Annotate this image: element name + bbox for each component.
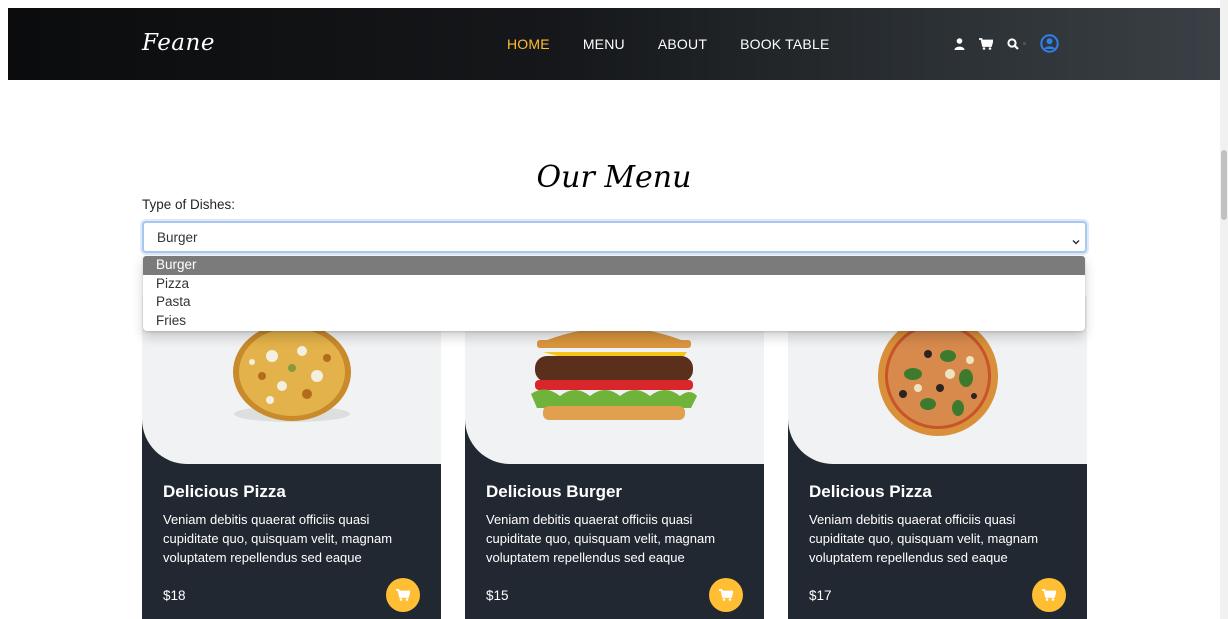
select-value: Burger [157, 230, 198, 245]
section-title: Our Menu [536, 160, 692, 195]
header-actions [954, 34, 1073, 53]
card-description: Veniam debitis quaerat officiis quasi cu… [809, 512, 1039, 565]
card-detail: Delicious Burger Veniam debitis quaerat … [465, 418, 764, 619]
cart-icon [1042, 589, 1056, 601]
menu-card: Delicious Pizza Veniam debitis quaerat o… [788, 296, 1087, 619]
dish-type-dropdown: Burger Pizza Pasta Fries [143, 256, 1085, 331]
option-burger[interactable]: Burger [143, 256, 1085, 275]
cart-icon [396, 589, 410, 601]
account-circle-icon[interactable] [1040, 34, 1059, 53]
nav-home[interactable]: HOME [507, 36, 550, 52]
card-price: $17 [809, 588, 832, 603]
add-to-cart-button[interactable] [709, 578, 743, 612]
nav-menu[interactable]: MENU [583, 36, 625, 52]
search-icon[interactable] [1007, 37, 1019, 50]
card-description: Veniam debitis quaerat officiis quasi cu… [486, 512, 716, 565]
card-title: Delicious Pizza [163, 482, 286, 501]
card-price: $18 [163, 588, 186, 603]
chevron-down-icon [1071, 232, 1081, 251]
dish-type-label: Type of Dishes: [142, 197, 236, 212]
menu-card: Delicious Burger Veniam debitis quaerat … [465, 296, 764, 619]
card-title: Delicious Pizza [809, 482, 932, 501]
nav-book-table[interactable]: BOOK TABLE [740, 36, 829, 52]
user-icon[interactable] [954, 37, 965, 50]
card-title: Delicious Burger [486, 482, 623, 501]
card-price: $15 [486, 588, 509, 603]
nav-about[interactable]: ABOUT [658, 36, 707, 52]
option-fries[interactable]: Fries [143, 312, 1085, 331]
option-pasta[interactable]: Pasta [143, 293, 1085, 312]
cart-icon [719, 589, 733, 601]
site-logo[interactable]: Feane [142, 30, 215, 56]
option-pizza[interactable]: Pizza [143, 275, 1085, 294]
site-header: Feane HOME MENU ABOUT BOOK TABLE [8, 8, 1221, 80]
add-to-cart-button[interactable] [1032, 578, 1066, 612]
card-detail: Delicious Pizza Veniam debitis quaerat o… [142, 418, 441, 619]
cart-icon[interactable] [979, 37, 993, 50]
add-to-cart-button[interactable] [386, 578, 420, 612]
dish-type-select[interactable]: Burger [142, 221, 1087, 253]
separator-dot [1023, 42, 1026, 45]
card-description: Veniam debitis quaerat officiis quasi cu… [163, 512, 393, 565]
card-detail: Delicious Pizza Veniam debitis quaerat o… [788, 418, 1087, 619]
page-scrollbar[interactable] [1220, 0, 1228, 619]
scrollbar-thumb[interactable] [1221, 150, 1227, 220]
menu-card: Delicious Pizza Veniam debitis quaerat o… [142, 296, 441, 619]
main-nav: HOME MENU ABOUT BOOK TABLE [507, 36, 862, 52]
